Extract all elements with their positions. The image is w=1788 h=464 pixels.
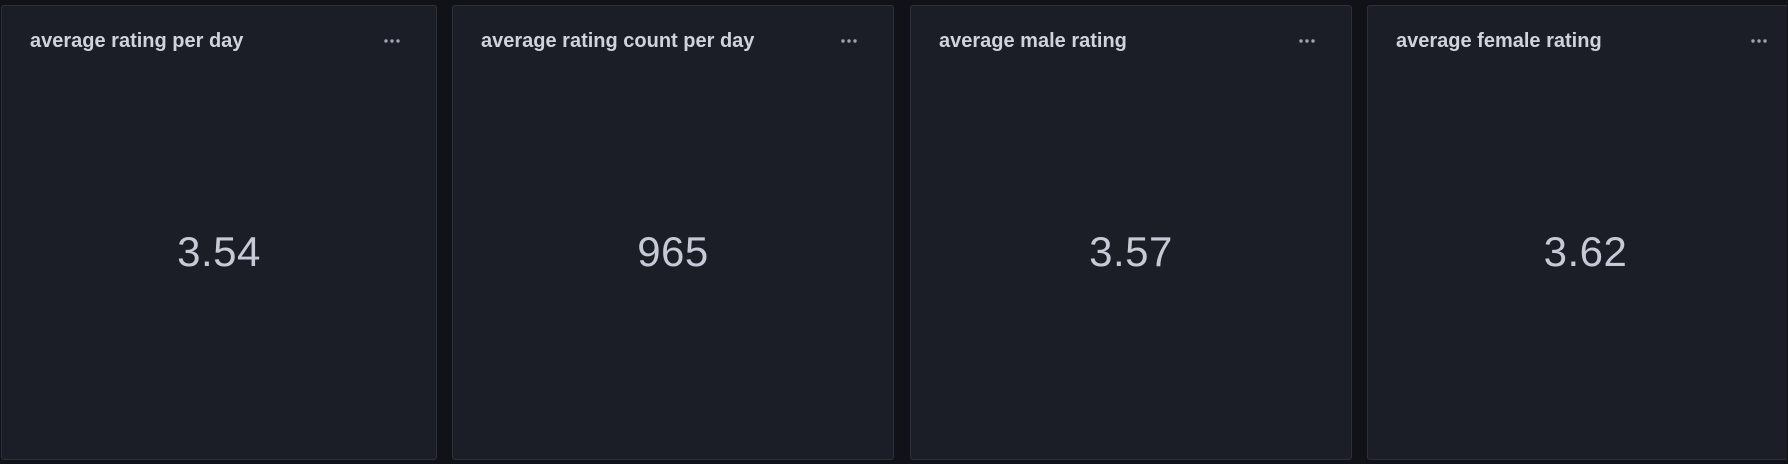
stat-panel-average-rating-count-per-day: average rating count per day 965 bbox=[452, 5, 894, 460]
ellipsis-icon bbox=[383, 38, 401, 44]
stat-value: 3.54 bbox=[177, 228, 261, 275]
stat-value: 3.57 bbox=[1089, 228, 1173, 275]
panel-title: average rating per day bbox=[30, 30, 244, 52]
ellipsis-icon bbox=[1298, 38, 1316, 44]
stat-panel-average-female-rating: average female rating 3.62 bbox=[1367, 5, 1787, 460]
panel-menu-button[interactable] bbox=[379, 28, 405, 54]
stat-panel-average-rating-per-day: average rating per day 3.54 bbox=[1, 5, 437, 460]
panel-title: average male rating bbox=[939, 30, 1127, 52]
panel-menu-button[interactable] bbox=[1294, 28, 1320, 54]
stat-value: 965 bbox=[637, 228, 709, 275]
stat-value: 3.62 bbox=[1543, 228, 1628, 275]
ellipsis-icon bbox=[1750, 38, 1768, 44]
panel-title: average female rating bbox=[1396, 30, 1602, 52]
panel-title: average rating count per day bbox=[481, 30, 755, 52]
stat-panel-average-male-rating: average male rating 3.57 bbox=[910, 5, 1352, 460]
panel-menu-button[interactable] bbox=[836, 28, 862, 54]
panel-menu-button[interactable] bbox=[1746, 28, 1772, 54]
ellipsis-icon bbox=[840, 38, 858, 44]
